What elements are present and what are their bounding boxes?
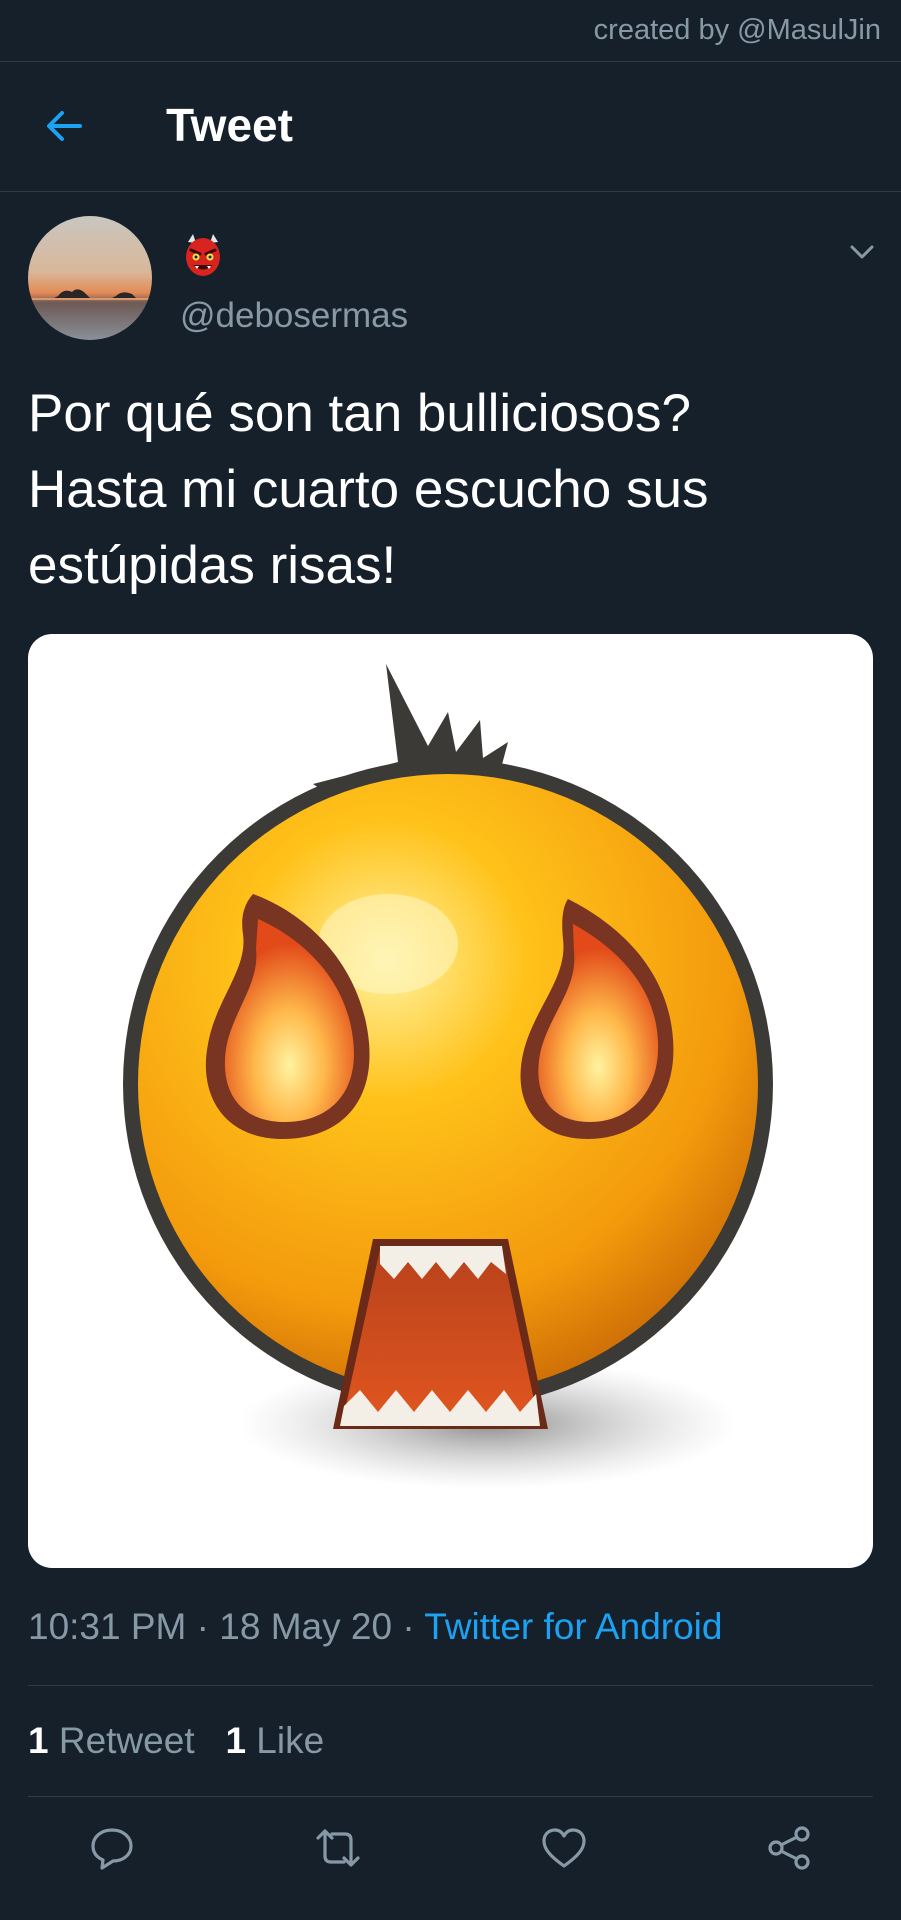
chevron-down-icon[interactable] — [846, 236, 878, 268]
like-icon[interactable] — [540, 1824, 588, 1872]
tweet-date: 18 May 20 — [219, 1606, 393, 1647]
share-icon[interactable] — [766, 1824, 814, 1872]
retweets-stat[interactable]: 1 Retweet — [28, 1720, 195, 1761]
retweets-count: 1 — [28, 1720, 49, 1761]
tweet-media-image[interactable] — [28, 634, 873, 1568]
retweet-icon[interactable] — [314, 1824, 362, 1872]
tweet-stats: 1 Retweet 1 Like — [28, 1720, 324, 1762]
user-handle[interactable]: @debosermas — [180, 296, 408, 336]
tweet-text: Por qué son tan bulliciosos? Hasta mi cu… — [28, 376, 878, 604]
page-title: Tweet — [166, 99, 293, 151]
likes-label: Like — [256, 1720, 325, 1761]
avatar[interactable] — [28, 216, 152, 340]
likes-count: 1 — [225, 1720, 247, 1761]
tweet-time: 10:31 PM — [28, 1606, 187, 1647]
retweets-label: Retweet — [58, 1720, 195, 1761]
tweet-text-line: Hasta mi cuarto escucho sus — [28, 460, 709, 519]
angry-fire-eyes-emoji-icon — [123, 664, 773, 1489]
header: Tweet — [0, 62, 901, 192]
ogre-emoji-icon — [186, 234, 220, 276]
divider — [28, 1685, 873, 1686]
back-arrow-icon[interactable] — [42, 104, 86, 148]
tweet-text-line: estúpidas risas! — [28, 536, 397, 595]
likes-stat[interactable]: 1 Like — [225, 1720, 324, 1761]
tweet-text-line: Por qué son tan bulliciosos? — [28, 384, 691, 443]
reply-icon[interactable] — [88, 1824, 136, 1872]
tweet-source-link[interactable]: Twitter for Android — [424, 1606, 722, 1647]
meta-separator: · — [402, 1606, 415, 1647]
tweet-detail-screen: created by @MasulJin Tweet @debosermas P… — [0, 0, 901, 1920]
divider — [28, 1796, 873, 1797]
meta-separator: · — [196, 1606, 209, 1647]
tweet-meta: 10:31 PM · 18 May 20 · Twitter for Andro… — [28, 1606, 722, 1648]
credit-text: created by @MasulJin — [593, 14, 881, 46]
avatar-image — [28, 216, 152, 340]
credit-bar: created by @MasulJin — [0, 0, 901, 62]
